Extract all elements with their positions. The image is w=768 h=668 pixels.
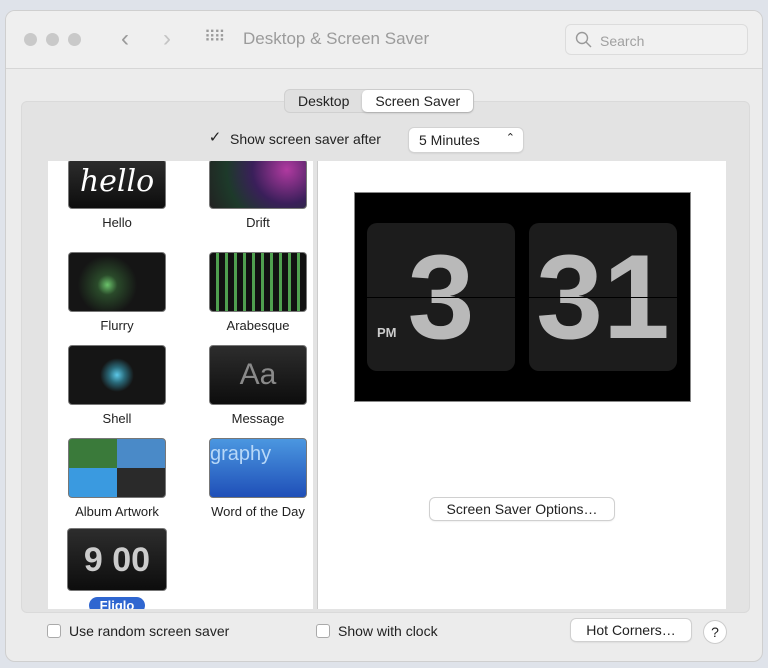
saver-shell[interactable]: Shell: [57, 345, 177, 426]
window: ‹ › ⠿⠿ Desktop & Screen Saver Search Des…: [5, 10, 763, 662]
random-saver-checkbox[interactable]: Use random screen saver: [47, 623, 229, 639]
minimize-button[interactable]: [46, 33, 59, 46]
saver-label: Flurry: [100, 318, 134, 333]
zoom-button[interactable]: [68, 33, 81, 46]
ampm-label: PM: [377, 325, 397, 340]
checkmark-icon: ✓: [208, 129, 222, 146]
saver-label: Shell: [102, 411, 132, 426]
random-label: Use random screen saver: [69, 623, 230, 639]
show-after-select[interactable]: 5 Minutes ⌃: [409, 128, 523, 152]
screen-saver-list: hello Hello Drift Flurry Arabesque Shell …: [48, 161, 313, 609]
saver-fliqlo[interactable]: 9 00 Fliqlo: [57, 528, 177, 609]
grid-icon[interactable]: ⠿⠿: [204, 27, 225, 47]
saver-thumbnail: 9 00: [67, 528, 167, 591]
saver-flurry[interactable]: Flurry: [57, 252, 177, 333]
saver-album-artwork[interactable]: Album Artwork: [57, 438, 177, 519]
show-after-label: Show screen saver after: [230, 131, 381, 147]
tab-screen-saver[interactable]: Screen Saver: [362, 90, 474, 112]
saver-thumbnail: [68, 438, 166, 498]
checkbox: [316, 624, 330, 638]
saver-label: Album Artwork: [75, 504, 159, 519]
preview-pane: 3 PM 31 Screen Saver Options…: [317, 161, 726, 609]
saver-drift[interactable]: Drift: [198, 161, 313, 230]
updown-chevron-icon: ⌃: [505, 132, 515, 144]
screen-saver-options-button[interactable]: Screen Saver Options…: [430, 498, 614, 520]
saver-message[interactable]: Aa Message: [198, 345, 313, 426]
back-icon[interactable]: ‹: [121, 25, 129, 53]
search-input[interactable]: Search: [565, 24, 748, 55]
saver-thumbnail: [209, 252, 307, 312]
clock-label: Show with clock: [338, 623, 438, 639]
saver-label-selected: Fliqlo: [88, 597, 146, 609]
hot-corners-button[interactable]: Hot Corners…: [571, 619, 691, 641]
titlebar: ‹ › ⠿⠿ Desktop & Screen Saver Search: [6, 11, 762, 69]
saver-label: Hello: [102, 215, 132, 230]
tab-desktop[interactable]: Desktop: [285, 90, 362, 112]
select-value: 5 Minutes: [419, 132, 480, 148]
close-button[interactable]: [24, 33, 37, 46]
saver-label: Arabesque: [226, 318, 290, 333]
show-after-checkbox[interactable]: ✓ Show screen saver after: [208, 129, 381, 147]
saver-label: Drift: [246, 215, 270, 230]
search-icon: [575, 31, 592, 48]
hour-card: 3 PM: [367, 223, 515, 371]
tab-bar: Desktop Screen Saver: [284, 89, 475, 113]
saver-thumbnail: [68, 252, 166, 312]
saver-thumbnail: Aa: [209, 345, 307, 405]
saver-label: Message: [231, 411, 285, 426]
minute-card: 31: [529, 223, 677, 371]
show-clock-checkbox[interactable]: Show with clock: [316, 623, 438, 639]
saver-label: Word of the Day: [211, 504, 305, 519]
saver-hello[interactable]: hello Hello: [57, 161, 177, 230]
window-title: Desktop & Screen Saver: [243, 29, 430, 48]
saver-thumbnail: hello: [68, 161, 166, 209]
forward-icon[interactable]: ›: [163, 25, 171, 53]
help-button[interactable]: ?: [704, 621, 726, 643]
search-placeholder: Search: [600, 33, 645, 49]
hour-digit: 3: [407, 230, 475, 364]
saver-thumbnail: graphy: [209, 438, 307, 498]
saver-word-of-the-day[interactable]: graphy Word of the Day: [198, 438, 313, 519]
checkbox: [47, 624, 61, 638]
preview-screen: 3 PM 31: [354, 192, 691, 402]
saver-thumbnail: [68, 345, 166, 405]
saver-arabesque[interactable]: Arabesque: [198, 252, 313, 333]
saver-thumbnail: [209, 161, 307, 209]
